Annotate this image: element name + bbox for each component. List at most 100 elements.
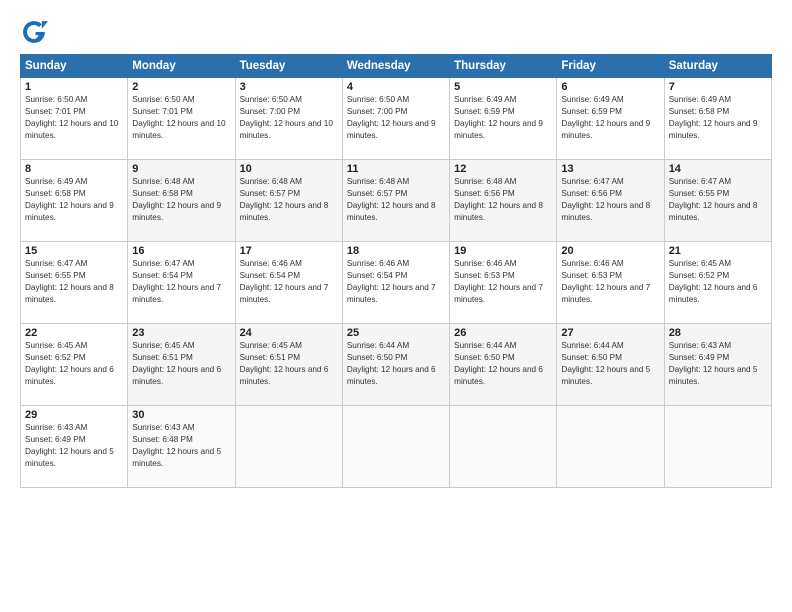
day-info: Sunrise: 6:49 AM Sunset: 6:59 PM Dayligh… xyxy=(561,94,659,142)
calendar-cell: 23 Sunrise: 6:45 AM Sunset: 6:51 PM Dayl… xyxy=(128,324,235,406)
day-info: Sunrise: 6:45 AM Sunset: 6:51 PM Dayligh… xyxy=(132,340,230,388)
calendar-cell: 13 Sunrise: 6:47 AM Sunset: 6:56 PM Dayl… xyxy=(557,160,664,242)
calendar-cell: 9 Sunrise: 6:48 AM Sunset: 6:58 PM Dayli… xyxy=(128,160,235,242)
calendar-cell: 15 Sunrise: 6:47 AM Sunset: 6:55 PM Dayl… xyxy=(21,242,128,324)
day-number: 6 xyxy=(561,81,659,93)
day-number: 19 xyxy=(454,245,552,257)
col-header-saturday: Saturday xyxy=(664,55,771,78)
day-number: 23 xyxy=(132,327,230,339)
calendar-cell: 20 Sunrise: 6:46 AM Sunset: 6:53 PM Dayl… xyxy=(557,242,664,324)
day-number: 9 xyxy=(132,163,230,175)
calendar-cell: 26 Sunrise: 6:44 AM Sunset: 6:50 PM Dayl… xyxy=(450,324,557,406)
calendar-cell: 29 Sunrise: 6:43 AM Sunset: 6:49 PM Dayl… xyxy=(21,406,128,488)
day-number: 12 xyxy=(454,163,552,175)
calendar-table: SundayMondayTuesdayWednesdayThursdayFrid… xyxy=(20,54,772,488)
day-info: Sunrise: 6:48 AM Sunset: 6:57 PM Dayligh… xyxy=(240,176,338,224)
calendar-cell: 11 Sunrise: 6:48 AM Sunset: 6:57 PM Dayl… xyxy=(342,160,449,242)
calendar-cell: 17 Sunrise: 6:46 AM Sunset: 6:54 PM Dayl… xyxy=(235,242,342,324)
calendar-cell: 5 Sunrise: 6:49 AM Sunset: 6:59 PM Dayli… xyxy=(450,78,557,160)
day-number: 5 xyxy=(454,81,552,93)
day-number: 18 xyxy=(347,245,445,257)
day-info: Sunrise: 6:50 AM Sunset: 7:01 PM Dayligh… xyxy=(132,94,230,142)
calendar-cell: 25 Sunrise: 6:44 AM Sunset: 6:50 PM Dayl… xyxy=(342,324,449,406)
day-info: Sunrise: 6:50 AM Sunset: 7:00 PM Dayligh… xyxy=(347,94,445,142)
calendar-cell: 2 Sunrise: 6:50 AM Sunset: 7:01 PM Dayli… xyxy=(128,78,235,160)
day-info: Sunrise: 6:47 AM Sunset: 6:55 PM Dayligh… xyxy=(25,258,123,306)
day-number: 8 xyxy=(25,163,123,175)
day-number: 22 xyxy=(25,327,123,339)
col-header-thursday: Thursday xyxy=(450,55,557,78)
day-info: Sunrise: 6:47 AM Sunset: 6:55 PM Dayligh… xyxy=(669,176,767,224)
col-header-tuesday: Tuesday xyxy=(235,55,342,78)
calendar-cell xyxy=(557,406,664,488)
day-info: Sunrise: 6:43 AM Sunset: 6:49 PM Dayligh… xyxy=(669,340,767,388)
calendar-cell: 6 Sunrise: 6:49 AM Sunset: 6:59 PM Dayli… xyxy=(557,78,664,160)
calendar-cell: 8 Sunrise: 6:49 AM Sunset: 6:58 PM Dayli… xyxy=(21,160,128,242)
day-info: Sunrise: 6:46 AM Sunset: 6:53 PM Dayligh… xyxy=(561,258,659,306)
day-info: Sunrise: 6:48 AM Sunset: 6:57 PM Dayligh… xyxy=(347,176,445,224)
day-number: 28 xyxy=(669,327,767,339)
calendar-cell: 22 Sunrise: 6:45 AM Sunset: 6:52 PM Dayl… xyxy=(21,324,128,406)
calendar-cell: 19 Sunrise: 6:46 AM Sunset: 6:53 PM Dayl… xyxy=(450,242,557,324)
day-info: Sunrise: 6:44 AM Sunset: 6:50 PM Dayligh… xyxy=(454,340,552,388)
day-number: 1 xyxy=(25,81,123,93)
day-number: 15 xyxy=(25,245,123,257)
calendar-cell: 27 Sunrise: 6:44 AM Sunset: 6:50 PM Dayl… xyxy=(557,324,664,406)
calendar-cell: 4 Sunrise: 6:50 AM Sunset: 7:00 PM Dayli… xyxy=(342,78,449,160)
day-number: 7 xyxy=(669,81,767,93)
calendar-cell: 18 Sunrise: 6:46 AM Sunset: 6:54 PM Dayl… xyxy=(342,242,449,324)
calendar-cell: 10 Sunrise: 6:48 AM Sunset: 6:57 PM Dayl… xyxy=(235,160,342,242)
day-number: 3 xyxy=(240,81,338,93)
calendar-cell xyxy=(342,406,449,488)
calendar-cell xyxy=(235,406,342,488)
day-info: Sunrise: 6:44 AM Sunset: 6:50 PM Dayligh… xyxy=(561,340,659,388)
day-info: Sunrise: 6:50 AM Sunset: 7:01 PM Dayligh… xyxy=(25,94,123,142)
calendar-cell: 7 Sunrise: 6:49 AM Sunset: 6:58 PM Dayli… xyxy=(664,78,771,160)
day-number: 14 xyxy=(669,163,767,175)
day-info: Sunrise: 6:49 AM Sunset: 6:58 PM Dayligh… xyxy=(25,176,123,224)
calendar-cell: 24 Sunrise: 6:45 AM Sunset: 6:51 PM Dayl… xyxy=(235,324,342,406)
col-header-friday: Friday xyxy=(557,55,664,78)
day-number: 16 xyxy=(132,245,230,257)
calendar-cell: 14 Sunrise: 6:47 AM Sunset: 6:55 PM Dayl… xyxy=(664,160,771,242)
day-number: 20 xyxy=(561,245,659,257)
day-info: Sunrise: 6:45 AM Sunset: 6:51 PM Dayligh… xyxy=(240,340,338,388)
day-info: Sunrise: 6:43 AM Sunset: 6:48 PM Dayligh… xyxy=(132,422,230,470)
day-info: Sunrise: 6:49 AM Sunset: 6:59 PM Dayligh… xyxy=(454,94,552,142)
day-number: 10 xyxy=(240,163,338,175)
day-info: Sunrise: 6:45 AM Sunset: 6:52 PM Dayligh… xyxy=(669,258,767,306)
calendar-cell: 30 Sunrise: 6:43 AM Sunset: 6:48 PM Dayl… xyxy=(128,406,235,488)
day-info: Sunrise: 6:46 AM Sunset: 6:53 PM Dayligh… xyxy=(454,258,552,306)
day-number: 24 xyxy=(240,327,338,339)
calendar-cell xyxy=(664,406,771,488)
day-info: Sunrise: 6:48 AM Sunset: 6:58 PM Dayligh… xyxy=(132,176,230,224)
day-number: 4 xyxy=(347,81,445,93)
day-number: 29 xyxy=(25,409,123,421)
day-info: Sunrise: 6:45 AM Sunset: 6:52 PM Dayligh… xyxy=(25,340,123,388)
day-info: Sunrise: 6:48 AM Sunset: 6:56 PM Dayligh… xyxy=(454,176,552,224)
day-info: Sunrise: 6:46 AM Sunset: 6:54 PM Dayligh… xyxy=(240,258,338,306)
calendar-cell: 12 Sunrise: 6:48 AM Sunset: 6:56 PM Dayl… xyxy=(450,160,557,242)
day-number: 17 xyxy=(240,245,338,257)
col-header-sunday: Sunday xyxy=(21,55,128,78)
day-number: 11 xyxy=(347,163,445,175)
calendar-cell: 28 Sunrise: 6:43 AM Sunset: 6:49 PM Dayl… xyxy=(664,324,771,406)
day-number: 13 xyxy=(561,163,659,175)
calendar-cell xyxy=(450,406,557,488)
calendar-cell: 3 Sunrise: 6:50 AM Sunset: 7:00 PM Dayli… xyxy=(235,78,342,160)
day-info: Sunrise: 6:49 AM Sunset: 6:58 PM Dayligh… xyxy=(669,94,767,142)
day-info: Sunrise: 6:46 AM Sunset: 6:54 PM Dayligh… xyxy=(347,258,445,306)
day-info: Sunrise: 6:44 AM Sunset: 6:50 PM Dayligh… xyxy=(347,340,445,388)
col-header-wednesday: Wednesday xyxy=(342,55,449,78)
day-info: Sunrise: 6:50 AM Sunset: 7:00 PM Dayligh… xyxy=(240,94,338,142)
col-header-monday: Monday xyxy=(128,55,235,78)
logo xyxy=(20,18,52,46)
calendar-cell: 1 Sunrise: 6:50 AM Sunset: 7:01 PM Dayli… xyxy=(21,78,128,160)
day-number: 2 xyxy=(132,81,230,93)
calendar-cell: 21 Sunrise: 6:45 AM Sunset: 6:52 PM Dayl… xyxy=(664,242,771,324)
day-number: 21 xyxy=(669,245,767,257)
day-number: 27 xyxy=(561,327,659,339)
day-info: Sunrise: 6:43 AM Sunset: 6:49 PM Dayligh… xyxy=(25,422,123,470)
calendar-cell: 16 Sunrise: 6:47 AM Sunset: 6:54 PM Dayl… xyxy=(128,242,235,324)
day-info: Sunrise: 6:47 AM Sunset: 6:56 PM Dayligh… xyxy=(561,176,659,224)
